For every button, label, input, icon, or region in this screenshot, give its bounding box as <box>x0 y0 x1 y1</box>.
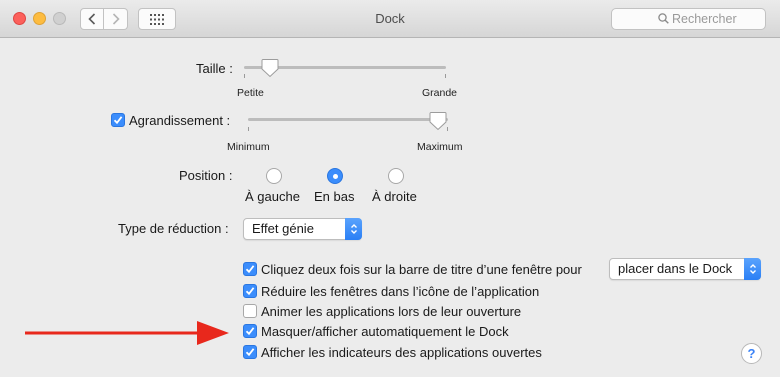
minimize-effect-value: Effet génie <box>252 221 314 236</box>
double-click-action-value: placer dans le Dock <box>618 261 733 276</box>
minimize-to-app-icon-label: Réduire les fenêtres dans l’icône de l’a… <box>261 284 540 299</box>
size-slider-knob[interactable] <box>261 58 279 78</box>
size-max-label: Grande <box>422 87 458 99</box>
size-label: Taille : <box>196 61 233 76</box>
position-label: Position : <box>179 168 233 183</box>
position-left-label: À gauche <box>245 189 300 204</box>
title-bar: Dock Rechercher <box>0 0 780 38</box>
search-placeholder: Rechercher <box>672 12 737 26</box>
position-left-radio[interactable] <box>266 168 282 184</box>
magnification-slider-track[interactable] <box>248 118 448 121</box>
checkmark-icon <box>113 116 123 125</box>
show-indicators-label: Afficher les indicateurs des application… <box>261 345 542 360</box>
checkmark-icon <box>245 348 255 357</box>
double-click-checkbox[interactable] <box>243 262 257 276</box>
autohide-dock-label: Masquer/afficher automatiquement le Dock <box>261 324 509 339</box>
magnification-label: Agrandissement : <box>129 113 231 128</box>
checkmark-icon <box>245 265 255 274</box>
position-right-label: À droite <box>372 189 417 204</box>
minimize-effect-label: Type de réduction : <box>118 221 229 236</box>
magnification-max-label: Maximum <box>417 141 463 153</box>
autohide-dock-checkbox[interactable] <box>243 324 257 338</box>
search-field[interactable]: Rechercher <box>611 8 766 30</box>
minimize-to-app-icon-checkbox[interactable] <box>243 284 257 298</box>
position-right-radio[interactable] <box>388 168 404 184</box>
magnification-slider-knob[interactable] <box>429 111 447 131</box>
magnification-tick-min <box>248 127 249 131</box>
checkmark-icon <box>245 287 255 296</box>
size-tick-max <box>445 74 446 78</box>
search-icon <box>658 13 669 24</box>
magnification-min-label: Minimum <box>227 141 270 153</box>
up-down-chevron-icon <box>350 224 357 234</box>
position-bottom-radio[interactable] <box>327 168 343 184</box>
popup-stepper <box>744 258 761 280</box>
magnification-tick-max <box>447 127 448 131</box>
animate-opening-label: Animer les applications lors de leur ouv… <box>261 304 522 319</box>
minimize-effect-popup[interactable]: Effet génie <box>243 218 362 240</box>
position-bottom-label: En bas <box>314 189 355 204</box>
size-tick-min <box>244 74 245 78</box>
double-click-label: Cliquez deux fois sur la barre de titre … <box>261 262 582 277</box>
animate-opening-checkbox[interactable] <box>243 304 257 318</box>
size-min-label: Petite <box>237 87 264 99</box>
annotation-arrow-icon <box>25 321 229 345</box>
show-indicators-checkbox[interactable] <box>243 345 257 359</box>
magnification-checkbox[interactable] <box>111 113 125 127</box>
help-button[interactable]: ? <box>741 343 762 364</box>
up-down-chevron-icon <box>749 264 756 274</box>
popup-stepper <box>345 218 362 240</box>
checkmark-icon <box>245 327 255 336</box>
double-click-action-popup[interactable]: placer dans le Dock <box>609 258 761 280</box>
